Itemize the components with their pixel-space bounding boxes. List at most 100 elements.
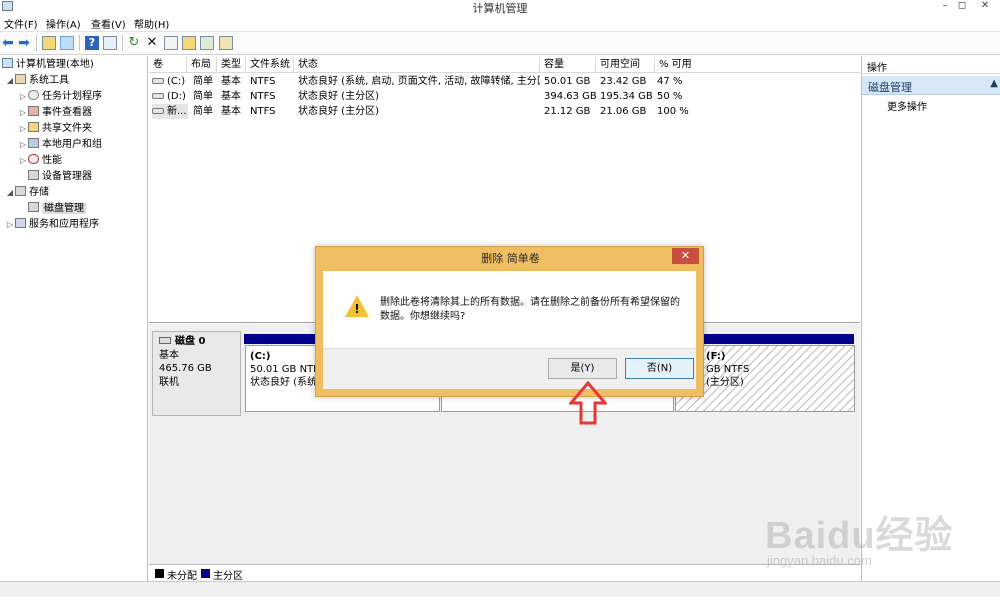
expand-icon[interactable]: ▷ — [18, 89, 28, 105]
delete-icon[interactable]: ✕ — [145, 36, 159, 50]
status-cell: 状态良好 (系统, 启动, 页面文件, 活动, 故障转储, 主分区) — [298, 76, 540, 87]
column-header-filesystem[interactable]: 文件系统 — [246, 57, 294, 73]
event-viewer-icon — [28, 106, 39, 116]
tree-services-apps[interactable]: ▷ 服务和应用程序 — [5, 217, 99, 233]
expand-icon[interactable]: ▷ — [18, 137, 28, 153]
warning-exclamation: ! — [354, 302, 360, 316]
tree-event-viewer[interactable]: ▷ 事件查看器 — [18, 105, 92, 121]
device-manager-icon — [28, 170, 39, 180]
forward-arrow-icon[interactable]: ➡ — [17, 36, 31, 50]
column-header-type[interactable]: 类型 — [217, 57, 246, 73]
dialog-title: 删除 简单卷 — [481, 252, 540, 265]
status-bar — [0, 581, 1000, 597]
expand-icon[interactable]: ▷ — [18, 105, 28, 121]
console-tree-icon[interactable] — [60, 36, 74, 50]
tree-performance[interactable]: ▷ 性能 — [18, 153, 62, 169]
disk-status: 联机 — [159, 376, 179, 388]
type-cell: 基本 — [221, 91, 241, 102]
folder-up-icon[interactable] — [42, 36, 56, 50]
free-space-cell: 195.34 GB — [600, 91, 653, 102]
collapse-up-icon[interactable]: ▲ — [990, 78, 998, 89]
dialog-close-button[interactable]: ✕ — [672, 248, 699, 264]
help-icon[interactable]: ? — [85, 36, 99, 50]
open-folder-icon[interactable] — [182, 36, 196, 50]
performance-icon — [28, 154, 39, 164]
watermark-logo: Baidu经验 — [765, 515, 954, 557]
legend-unallocated: 未分配 — [167, 571, 197, 582]
disk-info-panel[interactable]: 磁盘 0 基本 465.76 GB 联机 — [152, 331, 241, 416]
refresh-icon[interactable]: ↻ — [127, 36, 141, 50]
services-icon — [15, 218, 26, 228]
volume-cell[interactable]: 新... — [152, 104, 188, 119]
type-cell: 基本 — [221, 106, 241, 117]
menu-help[interactable]: 帮助(H) — [134, 16, 169, 31]
capacity-cell: 21.12 GB — [544, 106, 591, 117]
properties-icon[interactable] — [103, 36, 117, 50]
tree-system-tools[interactable]: ◢ 系统工具 — [5, 73, 69, 89]
volume-icon — [152, 108, 164, 114]
close-window-button[interactable]: ✕ — [975, 0, 995, 12]
clock-icon — [28, 90, 39, 100]
disk-management-icon — [28, 202, 39, 212]
tree-task-scheduler[interactable]: ▷ 任务计划程序 — [18, 89, 102, 105]
column-header-percent-free[interactable]: % 可用 — [655, 57, 860, 73]
filesystem-cell: NTFS — [250, 76, 276, 87]
menu-file[interactable]: 文件(F) — [4, 16, 38, 31]
restore-button[interactable]: ◻ — [952, 0, 972, 12]
tree-local-users[interactable]: ▷ 本地用户和组 — [18, 137, 102, 153]
back-arrow-icon[interactable]: ⬅ — [1, 36, 15, 50]
menu-view[interactable]: 查看(V) — [91, 16, 126, 31]
menu-action[interactable]: 操作(A) — [46, 16, 81, 31]
more-actions-link[interactable]: 更多操作 — [887, 98, 927, 113]
status-cell: 状态良好 (主分区) — [298, 106, 379, 117]
free-space-cell: 21.06 GB — [600, 106, 647, 117]
disk-type: 基本 — [159, 349, 179, 361]
delete-volume-dialog: 删除 简单卷 ✕ ! 删除此卷将清除其上的所有数据。请在删除之前备份所有希望保留… — [315, 246, 704, 397]
unallocated-swatch — [155, 569, 164, 578]
yes-button[interactable]: 是(Y) — [548, 358, 617, 379]
volume-cell[interactable]: (C:) — [152, 74, 188, 89]
search-disk-icon[interactable] — [200, 36, 214, 50]
volume-icon — [152, 93, 164, 99]
toolbar-separator — [122, 35, 123, 51]
collapse-icon[interactable]: ◢ — [5, 185, 15, 201]
export-icon[interactable] — [219, 36, 233, 50]
volume-icon — [152, 78, 164, 84]
no-button[interactable]: 否(N) — [625, 358, 694, 379]
collapse-icon[interactable]: ◢ — [5, 73, 15, 89]
actions-section-disk-management[interactable]: 磁盘管理 ▲ — [862, 76, 1000, 95]
column-header-status[interactable]: 状态 — [294, 57, 540, 73]
dialog-body: ! 删除此卷将清除其上的所有数据。请在删除之前备份所有希望保留的数据。你想继续吗… — [323, 271, 696, 389]
layout-cell: 简单 — [193, 76, 213, 87]
toolbar-separator — [79, 35, 80, 51]
toolbar-separator — [36, 35, 37, 51]
dialog-message: 删除此卷将清除其上的所有数据。请在删除之前备份所有希望保留的数据。你想继续吗? — [380, 297, 680, 322]
column-header-volume[interactable]: 卷 — [149, 57, 187, 73]
filesystem-cell: NTFS — [250, 91, 276, 102]
disk-size: 465.76 GB — [159, 363, 212, 374]
column-header-free-space[interactable]: 可用空间 — [596, 57, 655, 73]
status-cell: 状态良好 (主分区) — [298, 91, 379, 102]
expand-icon[interactable]: ▷ — [5, 217, 15, 233]
disk-name: 磁盘 0 — [175, 336, 206, 347]
baidu-watermark: Baidu经验 jingyan.baidu.com — [765, 489, 995, 581]
properties-sheet-icon[interactable] — [164, 36, 178, 50]
free-space-cell: 23.42 GB — [600, 76, 647, 87]
tree-disk-management[interactable]: 磁盘管理 — [18, 201, 86, 217]
tree-storage[interactable]: ◢ 存储 — [5, 185, 49, 201]
shared-folder-icon — [28, 122, 39, 132]
expand-icon[interactable]: ▷ — [18, 121, 28, 137]
tree-root[interactable]: 计算机管理(本地) — [2, 57, 94, 73]
column-header-layout[interactable]: 布局 — [187, 57, 217, 73]
filesystem-cell: NTFS — [250, 106, 276, 117]
capacity-cell: 394.63 GB — [544, 91, 597, 102]
red-arrow-annotation — [569, 381, 607, 425]
percent-free-cell: 50 % — [657, 91, 683, 102]
volume-cell[interactable]: (D:) — [152, 89, 188, 104]
expand-icon[interactable]: ▷ — [18, 153, 28, 169]
disk-legend: 未分配 主分区 — [149, 564, 860, 582]
tree-shared-folders[interactable]: ▷ 共享文件夹 — [18, 121, 92, 137]
column-header-capacity[interactable]: 容量 — [540, 57, 596, 73]
tree-device-manager[interactable]: 设备管理器 — [18, 169, 92, 185]
title-bar: 计算机管理 – ◻ ✕ — [0, 0, 1000, 15]
